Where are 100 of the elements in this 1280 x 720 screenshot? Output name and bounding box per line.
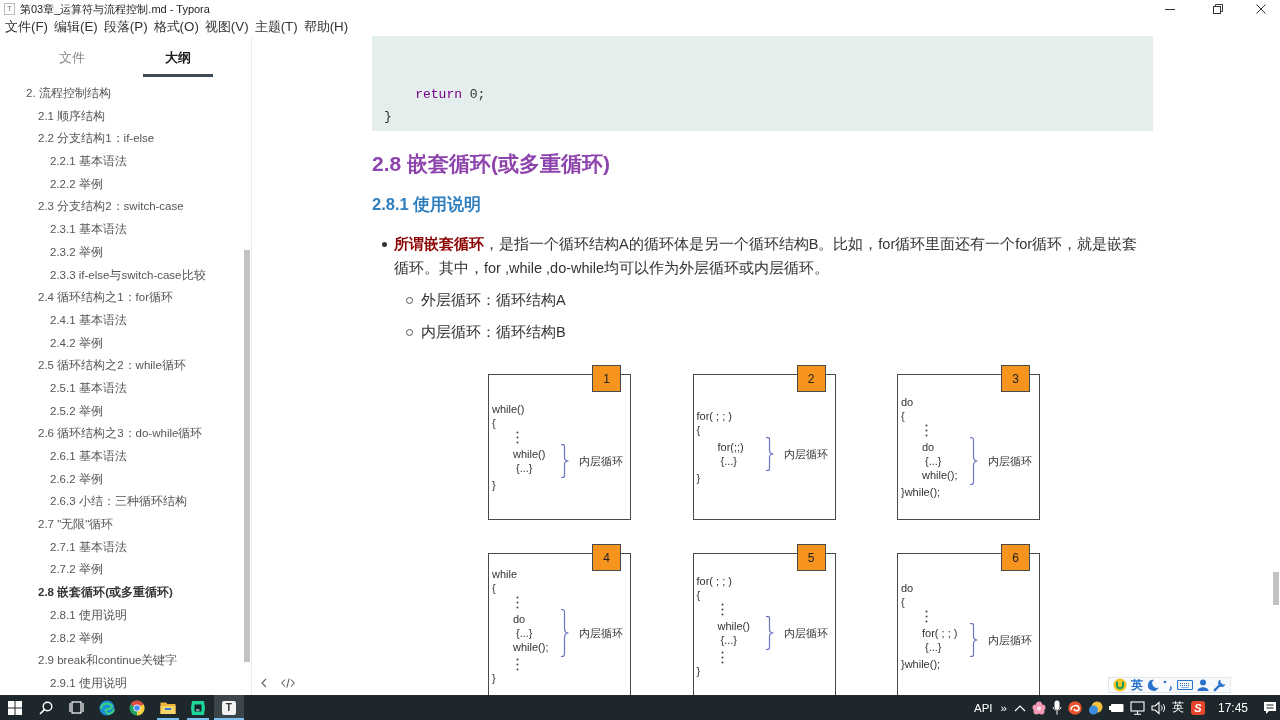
- outline-item[interactable]: 2.7.2 举例: [50, 558, 103, 582]
- loop-label: 内层循环: [783, 626, 828, 640]
- code-text: for( ; ; ): [922, 626, 958, 640]
- network-icon[interactable]: [1129, 700, 1145, 715]
- code-text: {: [901, 595, 905, 609]
- code-text: {...}: [924, 640, 942, 654]
- outline-item[interactable]: 2.7 "无限"循环: [38, 513, 114, 536]
- outline-item[interactable]: 2.4.1 基本语法: [50, 308, 127, 332]
- swirl-icon[interactable]: [1067, 700, 1082, 715]
- code-line: return 0;: [414, 86, 486, 104]
- blob-icon[interactable]: [1087, 700, 1103, 715]
- menu-item[interactable]: 帮助(H): [300, 18, 352, 36]
- brace-icon: [560, 444, 569, 478]
- code-text: while(): [717, 619, 750, 633]
- code-text: }while();: [901, 485, 941, 499]
- outline-item[interactable]: 2.8.2 举例: [50, 626, 103, 650]
- outline-item[interactable]: 2.2 分支结构1：if-else: [38, 127, 155, 151]
- code-text: while();: [513, 640, 549, 654]
- outline-item[interactable]: 2.9.1 使用说明: [50, 671, 127, 695]
- chevron-left-icon[interactable]: [261, 678, 267, 688]
- code-text: for( ; ; ): [696, 409, 732, 423]
- speaker-icon[interactable]: [1150, 700, 1165, 715]
- outline-item[interactable]: 2.4 循环结构之1：for循环: [38, 286, 173, 309]
- sidebar-tab[interactable]: 文件: [19, 38, 125, 77]
- chevron-up-icon[interactable]: [1013, 703, 1026, 712]
- outline-item[interactable]: 2.5.2 举例: [50, 399, 103, 423]
- outline-item[interactable]: 2.5.1 基本语法: [50, 376, 127, 400]
- number-badge: 2: [796, 365, 826, 392]
- outline-item[interactable]: 2.6.3 小结：三种循环结构: [50, 490, 187, 514]
- ime-logo[interactable]: S: [1190, 700, 1205, 715]
- brace-icon: [969, 437, 978, 485]
- outline-item[interactable]: 2.9 break和continue关键字: [38, 649, 178, 672]
- code-text: }: [492, 671, 496, 685]
- code-text: for( ; ; ): [696, 574, 732, 588]
- code-text: }: [696, 664, 701, 678]
- code-text: do: [513, 612, 526, 626]
- person-icon[interactable]: [1197, 679, 1209, 691]
- microphone-icon[interactable]: [1051, 700, 1062, 715]
- brace-icon: [560, 609, 569, 657]
- code-text: {: [492, 581, 496, 595]
- outline-item[interactable]: 2.5 循环结构之2：while循环: [38, 354, 186, 377]
- menu-item[interactable]: 编辑(E): [51, 18, 101, 36]
- outline-item[interactable]: 2.3.2 举例: [50, 240, 103, 264]
- code-text: while();: [922, 468, 958, 482]
- app-icon: [190, 699, 207, 716]
- outline-item[interactable]: 2.8.1 使用说明: [50, 603, 127, 627]
- menu-item[interactable]: 段落(P): [100, 18, 151, 36]
- section-heading: 2.8 嵌套循环(或多重循环): [372, 151, 610, 177]
- number-badge: 3: [1001, 365, 1030, 392]
- outline-item[interactable]: 2.7.1 基本语法: [50, 535, 127, 559]
- outline-item[interactable]: 2.3.1 基本语法: [50, 218, 127, 241]
- number-badge: 4: [592, 544, 621, 571]
- menu-item[interactable]: 格式(O): [150, 18, 202, 36]
- outline-item[interactable]: 2.3.3 if-else与switch-case比较: [50, 263, 206, 287]
- vertical-dots-icon: [516, 595, 519, 609]
- flower-icon[interactable]: [1031, 700, 1046, 715]
- menu-item[interactable]: 文件(F): [2, 18, 52, 36]
- scrollbar-thumb[interactable]: [244, 250, 250, 662]
- code-text: do: [901, 581, 914, 595]
- outline-item[interactable]: 2.6 循环结构之3：do-while循环: [38, 422, 203, 445]
- code-text: while: [492, 567, 518, 581]
- vertical-dots-icon: [720, 650, 724, 664]
- moon-icon[interactable]: [1147, 679, 1159, 691]
- ring-icon[interactable]: [1113, 678, 1127, 692]
- outline-item[interactable]: 2.2.1 基本语法: [50, 150, 127, 173]
- taskbar-button[interactable]: T: [213, 695, 244, 720]
- app-logo: T: [4, 3, 15, 15]
- menu-item[interactable]: 视图(V): [201, 18, 252, 36]
- battery-icon[interactable]: [1108, 702, 1124, 713]
- code-icon[interactable]: [281, 678, 295, 688]
- number-badge: 5: [796, 544, 826, 571]
- language-button[interactable]: 英: [1167, 695, 1188, 720]
- ime-mode[interactable]: 英: [1131, 678, 1143, 692]
- vertical-dots-icon: [925, 423, 928, 437]
- code-text: {...}: [924, 454, 942, 468]
- outline-item[interactable]: 2.1 顺序结构: [38, 104, 106, 128]
- menu-item[interactable]: 主题(T): [251, 18, 301, 36]
- notification-icon[interactable]: [1263, 700, 1277, 715]
- loop-label: 内层循环: [579, 626, 623, 640]
- outline-item[interactable]: 2. 流程控制结构: [26, 82, 111, 105]
- tray-label: API: [974, 701, 993, 714]
- outline-item[interactable]: 2.3 分支结构2：switch-case: [38, 195, 184, 219]
- code-text: {: [696, 423, 701, 437]
- code-text: }: [696, 471, 701, 485]
- punctuation-icon[interactable]: [1163, 679, 1173, 691]
- keyboard-icon[interactable]: [1177, 679, 1193, 691]
- scrollbar-thumb[interactable]: [1273, 572, 1279, 605]
- outline-item[interactable]: 2.8 嵌套循环(或多重循环): [38, 581, 173, 604]
- outline-item[interactable]: 2.4.2 举例: [50, 331, 103, 355]
- vertical-dots-icon: [516, 657, 519, 671]
- outline-item[interactable]: 2.2.2 举例: [50, 172, 103, 196]
- restore-icon: [1213, 4, 1223, 14]
- clock[interactable]: 17:45: [1207, 695, 1260, 720]
- code-text: {...}: [719, 454, 738, 468]
- brace-icon: [764, 616, 774, 650]
- wrench-icon[interactable]: [1213, 678, 1226, 692]
- window-title: 第03章_运算符与流程控制.md - Typora: [20, 1, 210, 17]
- outline-item[interactable]: 2.6.1 基本语法: [50, 445, 127, 468]
- outline-item[interactable]: 2.6.2 举例: [50, 467, 103, 491]
- overflow-button[interactable]: »: [996, 695, 1011, 720]
